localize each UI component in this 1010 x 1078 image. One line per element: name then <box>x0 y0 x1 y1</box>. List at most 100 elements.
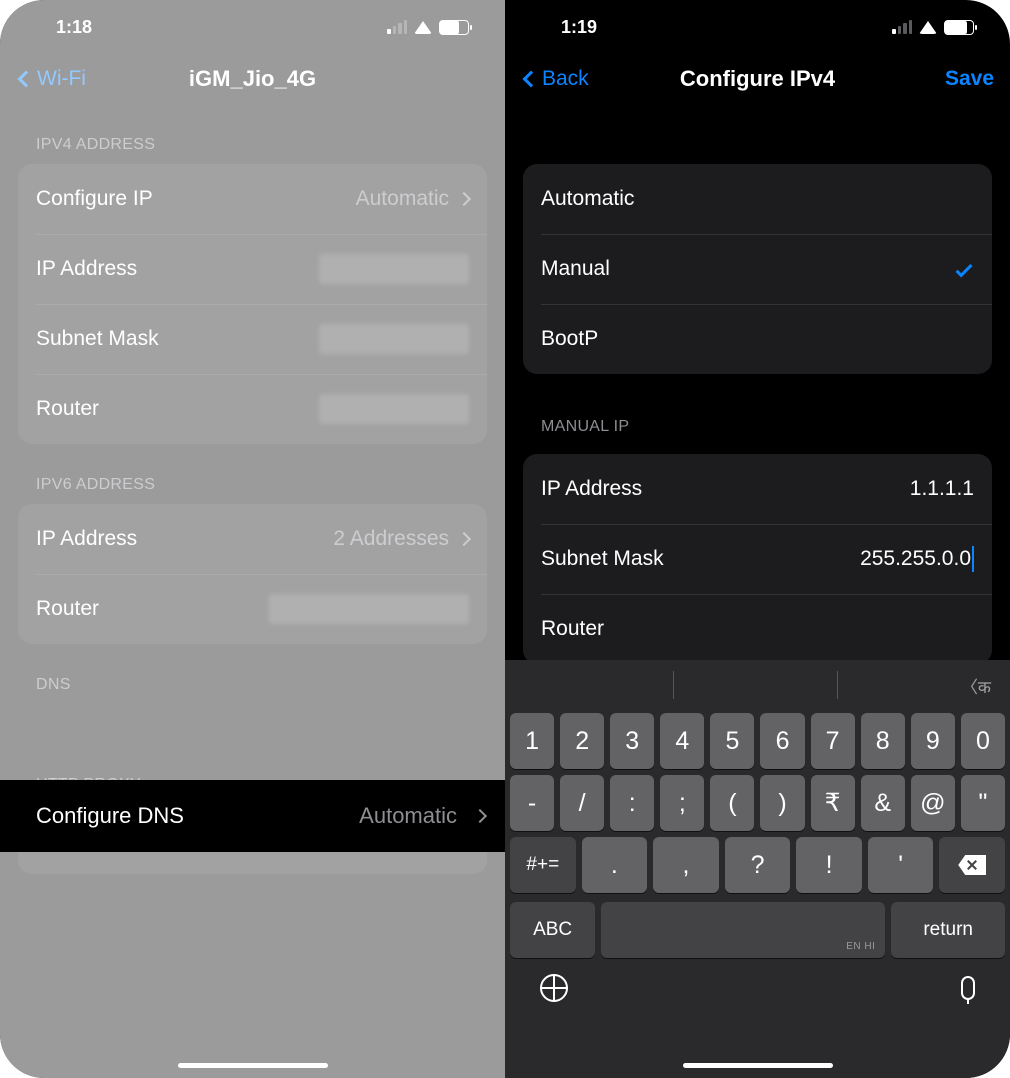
key-'[interactable]: ' <box>868 837 934 893</box>
key-"[interactable]: " <box>961 775 1005 831</box>
key-return[interactable]: return <box>891 902 1005 958</box>
ipv6-group: IP Address 2 Addresses Router <box>18 504 487 644</box>
wifi-icon <box>919 21 937 34</box>
configure-ip-label: Configure IP <box>36 187 153 211</box>
globe-button[interactable] <box>540 974 568 1002</box>
key-@[interactable]: @ <box>911 775 955 831</box>
configure-ip-cell[interactable]: Configure IP Automatic <box>18 164 487 234</box>
mic-icon <box>961 976 975 1000</box>
key--[interactable]: - <box>510 775 554 831</box>
ipv4-header: IPV4 ADDRESS <box>0 104 505 164</box>
subnet-mask-label: Subnet Mask <box>36 327 159 351</box>
text-caret <box>972 546 974 572</box>
keyboard-row-4: ABC EN HI return <box>510 896 1005 958</box>
manual-ip-value[interactable]: 1.1.1.1 <box>754 477 974 501</box>
subnet-mask-cell: Subnet Mask <box>18 304 487 374</box>
obscured-value <box>319 394 469 424</box>
keyboard-row-3: #+= .,?!' <box>510 834 1005 896</box>
chevron-right-icon <box>473 809 487 823</box>
key-space[interactable]: EN HI <box>601 902 885 958</box>
key-)[interactable]: ) <box>760 775 804 831</box>
obscured-value <box>269 594 469 624</box>
key-5[interactable]: 5 <box>710 713 754 769</box>
key-4[interactable]: 4 <box>660 713 704 769</box>
cellular-icon <box>892 20 912 34</box>
key-([interactable]: ( <box>710 775 754 831</box>
key-;[interactable]: ; <box>660 775 704 831</box>
manual-router-cell[interactable]: Router <box>523 594 992 664</box>
cellular-icon <box>387 20 407 34</box>
status-time: 1:19 <box>561 17 597 38</box>
key-₹[interactable]: ₹ <box>811 775 855 831</box>
configure-dns-value: Automatic <box>359 803 457 829</box>
manual-ip-label: IP Address <box>541 477 642 501</box>
ipv6-address-value: 2 Addresses <box>333 527 469 551</box>
option-bootp-label: BootP <box>541 327 598 351</box>
battery-icon <box>439 20 469 35</box>
battery-icon <box>944 20 974 35</box>
key-/[interactable]: / <box>560 775 604 831</box>
lang-hint[interactable]: 〈क <box>961 673 991 698</box>
config-options-group: Automatic Manual BootP <box>523 164 992 374</box>
ip-address-label: IP Address <box>36 257 137 281</box>
key-?[interactable]: ? <box>725 837 791 893</box>
save-button[interactable]: Save <box>945 67 994 91</box>
keyboard-toolbar: 〈क <box>510 660 1005 710</box>
status-icons <box>387 20 469 35</box>
obscured-value <box>319 254 469 284</box>
key-3[interactable]: 3 <box>610 713 654 769</box>
option-automatic-label: Automatic <box>541 187 634 211</box>
globe-icon <box>540 974 568 1002</box>
keyboard: 〈क 1234567890 -/:;()₹&@" #+= .,?!' ABC E… <box>505 660 1010 1078</box>
key-backspace[interactable] <box>939 837 1005 893</box>
chevron-right-icon <box>457 532 471 546</box>
page-title: Configure IPv4 <box>505 66 1010 92</box>
ipv6-address-cell[interactable]: IP Address 2 Addresses <box>18 504 487 574</box>
key-abc[interactable]: ABC <box>510 902 595 958</box>
configure-dns-label: Configure DNS <box>36 803 184 829</box>
ipv4-group: Configure IP Automatic IP Address Subnet… <box>18 164 487 444</box>
key-&[interactable]: & <box>861 775 905 831</box>
option-manual[interactable]: Manual <box>523 234 992 304</box>
manual-router-label: Router <box>541 617 604 641</box>
ipv6-address-label: IP Address <box>36 527 137 551</box>
left-screen: 1:18 Wi-Fi iGM_Jio_4G IPV4 ADDRESS Confi… <box>0 0 505 1078</box>
router-label: Router <box>36 397 99 421</box>
status-time: 1:18 <box>56 17 92 38</box>
key-symbols[interactable]: #+= <box>510 837 576 893</box>
option-automatic[interactable]: Automatic <box>523 164 992 234</box>
key-2[interactable]: 2 <box>560 713 604 769</box>
wifi-icon <box>414 21 432 34</box>
manual-ip-cell[interactable]: IP Address 1.1.1.1 <box>523 454 992 524</box>
keyboard-row-1: 1234567890 <box>510 710 1005 772</box>
status-bar: 1:18 <box>0 0 505 54</box>
status-icons <box>892 20 974 35</box>
navbar: Back Configure IPv4 Save <box>505 54 1010 104</box>
key-,[interactable]: , <box>653 837 719 893</box>
ip-address-cell: IP Address <box>18 234 487 304</box>
manual-mask-value[interactable]: 255.255.0.0 <box>751 547 971 571</box>
checkmark-icon <box>956 261 973 278</box>
key-:[interactable]: : <box>610 775 654 831</box>
mic-button[interactable] <box>961 976 975 1000</box>
space-hint: EN HI <box>846 941 875 952</box>
manual-mask-cell[interactable]: Subnet Mask 255.255.0.0 <box>523 524 992 594</box>
chevron-right-icon <box>457 192 471 206</box>
option-manual-label: Manual <box>541 257 610 281</box>
key-.[interactable]: . <box>582 837 648 893</box>
key-9[interactable]: 9 <box>911 713 955 769</box>
key-7[interactable]: 7 <box>811 713 855 769</box>
option-bootp[interactable]: BootP <box>523 304 992 374</box>
key-0[interactable]: 0 <box>961 713 1005 769</box>
key-![interactable]: ! <box>796 837 862 893</box>
right-screen: 1:19 Back Configure IPv4 Save Automatic <box>505 0 1010 1078</box>
obscured-value <box>319 324 469 354</box>
key-6[interactable]: 6 <box>760 713 804 769</box>
page-title: iGM_Jio_4G <box>0 66 505 92</box>
key-1[interactable]: 1 <box>510 713 554 769</box>
home-indicator[interactable] <box>178 1063 328 1068</box>
router-cell: Router <box>18 374 487 444</box>
highlighted-dns-row[interactable]: Configure DNS Automatic <box>0 780 505 852</box>
key-8[interactable]: 8 <box>861 713 905 769</box>
home-indicator[interactable] <box>683 1063 833 1068</box>
